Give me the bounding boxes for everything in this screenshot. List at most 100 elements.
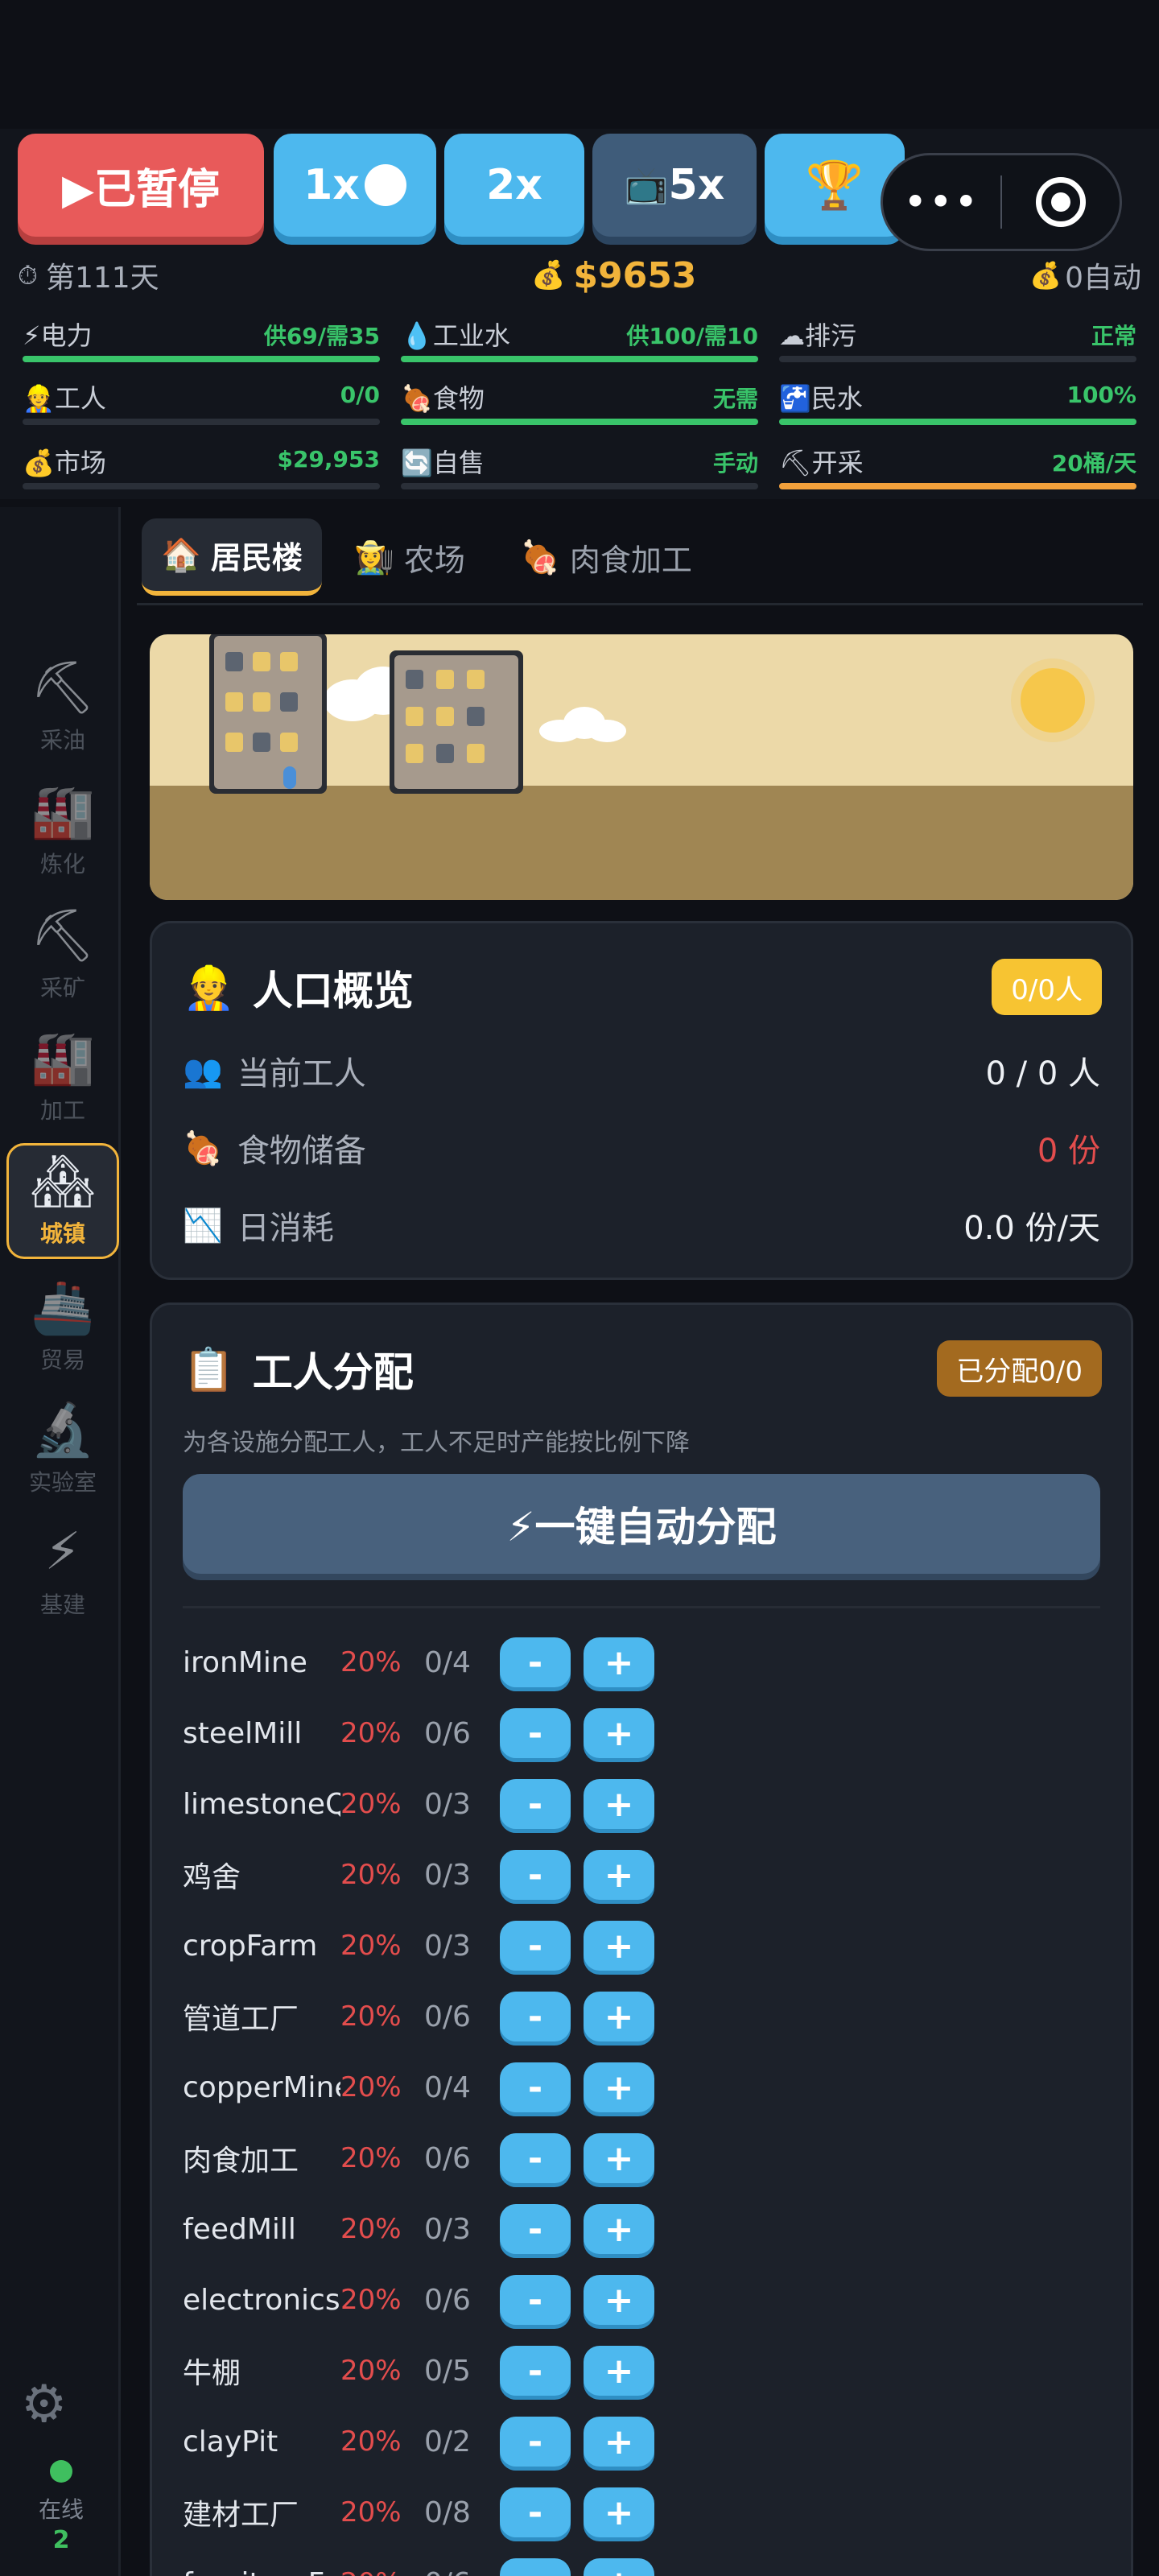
metric-label: 🔄自售 xyxy=(401,448,485,478)
increase-worker-button[interactable]: + xyxy=(584,1637,654,1687)
decrease-worker-button[interactable]: - xyxy=(500,1637,571,1687)
infrastructure-icon: ⚡ xyxy=(44,1522,81,1582)
speed-1x-button[interactable]: 1x xyxy=(274,134,436,237)
decrease-worker-button[interactable]: - xyxy=(500,2062,571,2112)
meat-icon: 🍖 xyxy=(183,1129,223,1167)
efficiency-percent: 20% xyxy=(340,2355,402,2387)
metric-bar xyxy=(23,483,380,489)
speed-2x-button[interactable]: 2x xyxy=(444,134,584,237)
worker-count: 0/5 xyxy=(424,2354,471,2388)
speed-2x-label: 2x xyxy=(486,161,542,209)
metric-label: 🚰民水 xyxy=(779,383,863,414)
increase-worker-button[interactable]: + xyxy=(584,1850,654,1900)
worker-row: 肉食加工 20% 0/6- + xyxy=(183,2129,746,2187)
population-overview-card: 👷 人口概览 0/0人 👥 当前工人 0 / 0 人 🍖 食物储备 0 份 📉 日消耗 0.0 … xyxy=(150,921,1133,1280)
worker-row: copperMine 20% 0/4- + xyxy=(183,2058,746,2116)
sidebar-item-infrastructure[interactable]: ⚡ 基建 xyxy=(6,1517,119,1633)
day-text: 第111天 xyxy=(45,262,159,295)
worker-row: 管道工厂 20% 0/6- + xyxy=(183,1988,746,2046)
sidebar-item-lab[interactable]: 🔬 实验室 xyxy=(6,1394,119,1510)
facility-name: copperMine xyxy=(183,2070,340,2104)
tab-residential[interactable]: 🏠 居民楼 xyxy=(142,518,322,596)
decrease-worker-button[interactable]: - xyxy=(500,2275,571,2325)
population-row: 📉 日消耗 0.0 份/天 xyxy=(183,1197,1100,1253)
town-scene-drawing xyxy=(209,634,1095,794)
increase-worker-button[interactable]: + xyxy=(584,1779,654,1829)
sidebar-item-refinery[interactable]: 🏭 炼化 xyxy=(6,776,119,892)
building-tabs: 🏠 居民楼 👩‍🌾 农场 🍖 肉食加工 xyxy=(137,512,1143,605)
settings-gear-icon[interactable]: ⚙ xyxy=(21,2375,67,2434)
facility-name: furnitureF xyxy=(183,2567,340,2576)
population-title: 👷 人口概览 xyxy=(183,959,414,1017)
online-count: 2 xyxy=(52,2526,70,2554)
sidebar-item-mining[interactable]: ⛏ 采矿 xyxy=(6,900,119,1016)
sidebar-item-processing[interactable]: 🏭 加工 xyxy=(6,1022,119,1138)
tab-meat-processing[interactable]: 🍖 肉食加工 xyxy=(501,518,711,596)
increase-worker-button[interactable]: + xyxy=(584,2204,654,2254)
worker-count: 0/3 xyxy=(424,2212,471,2246)
worker-count: 0/6 xyxy=(424,2567,500,2576)
metric-7: 🔄自售 手动 xyxy=(401,443,758,491)
sidebar-item-oil[interactable]: ⛏ 采油 xyxy=(6,652,119,768)
population-row: 🍖 食物储备 0 份 xyxy=(183,1120,1100,1176)
lab-icon: 🔬 xyxy=(31,1400,95,1460)
decrease-worker-button[interactable]: - xyxy=(500,1921,571,1971)
oil-icon: ⛏ xyxy=(30,658,96,718)
worker-count: 0/6 xyxy=(424,2283,471,2317)
decrease-worker-button[interactable]: - xyxy=(500,2487,571,2537)
worker-count: 0/6 xyxy=(424,1716,471,1750)
increase-worker-button[interactable]: + xyxy=(584,1992,654,2041)
trade-icon: 🚢 xyxy=(31,1278,95,1338)
tab-farm[interactable]: 👩‍🌾 农场 xyxy=(335,518,485,596)
efficiency-percent: 20% xyxy=(340,1788,402,1820)
increase-worker-button[interactable]: + xyxy=(584,2487,654,2537)
pause-label: ▶已暂停 xyxy=(62,165,220,214)
auto-assign-button[interactable]: ⚡一键自动分配 xyxy=(183,1474,1100,1574)
tab-label: 肉食加工 xyxy=(569,542,692,578)
increase-worker-button[interactable]: + xyxy=(584,2133,654,2183)
decrease-worker-button[interactable]: - xyxy=(500,1708,571,1758)
metric-6: 💰市场 $29,953 xyxy=(23,443,380,491)
sidebar-item-town[interactable]: 🏘 城镇 xyxy=(6,1143,119,1259)
worker-row: 牛棚 20% 0/5- + xyxy=(183,2342,746,2400)
increase-worker-button[interactable]: + xyxy=(584,1921,654,1971)
pause-button[interactable]: ▶已暂停 xyxy=(18,134,264,237)
more-menu-button[interactable]: ••• xyxy=(883,179,1000,225)
population-badge: 0/0人 xyxy=(992,959,1102,1015)
efficiency-percent: 20% xyxy=(340,2000,402,2033)
worker-row: clayPit 20% 0/2- + xyxy=(183,2413,746,2471)
population-title-text: 人口概览 xyxy=(252,968,414,1014)
decrease-worker-button[interactable]: - xyxy=(500,2133,571,2183)
population-row-value: 0 / 0 人 xyxy=(985,1055,1100,1092)
money-display: 💰 $9653 xyxy=(531,253,696,298)
increase-worker-button[interactable]: + xyxy=(584,2558,654,2576)
farmer-icon: 👩‍🌾 xyxy=(354,539,394,576)
online-status-dot xyxy=(50,2460,72,2483)
meat-icon: 🍖 xyxy=(520,539,560,576)
decrease-worker-button[interactable]: - xyxy=(500,2204,571,2254)
facility-name: cropFarm xyxy=(183,1929,318,1963)
sidebar-item-label: 采油 xyxy=(39,727,85,753)
metric-value: 0/0 xyxy=(340,382,380,408)
decrease-worker-button[interactable]: - xyxy=(500,2417,571,2467)
speed-5x-button[interactable]: 📺 5x xyxy=(592,134,757,237)
decrease-worker-button[interactable]: - xyxy=(500,1992,571,2041)
population-row-label: 当前工人 xyxy=(237,1055,366,1092)
increase-worker-button[interactable]: + xyxy=(584,1708,654,1758)
tv-icon: 📺 xyxy=(624,165,669,206)
decrease-worker-button[interactable]: - xyxy=(500,1779,571,1829)
decrease-worker-button[interactable]: - xyxy=(500,2558,571,2576)
decrease-worker-button[interactable]: - xyxy=(500,1850,571,1900)
efficiency-percent: 20% xyxy=(340,1859,402,1891)
sidebar-item-trade[interactable]: 🚢 贸易 xyxy=(6,1272,119,1388)
decrease-worker-button[interactable]: - xyxy=(500,2346,571,2396)
increase-worker-button[interactable]: + xyxy=(584,2062,654,2112)
increase-worker-button[interactable]: + xyxy=(584,2275,654,2325)
sidebar-item-label: 基建 xyxy=(39,1591,85,1618)
sidebar-item-label: 采矿 xyxy=(39,975,85,1001)
population-row-value: 0 份 xyxy=(1037,1133,1100,1170)
close-miniprogram-button[interactable] xyxy=(1002,177,1120,227)
worker-row: steelMill 20% 0/6- + xyxy=(183,1704,746,1762)
increase-worker-button[interactable]: + xyxy=(584,2417,654,2467)
increase-worker-button[interactable]: + xyxy=(584,2346,654,2396)
